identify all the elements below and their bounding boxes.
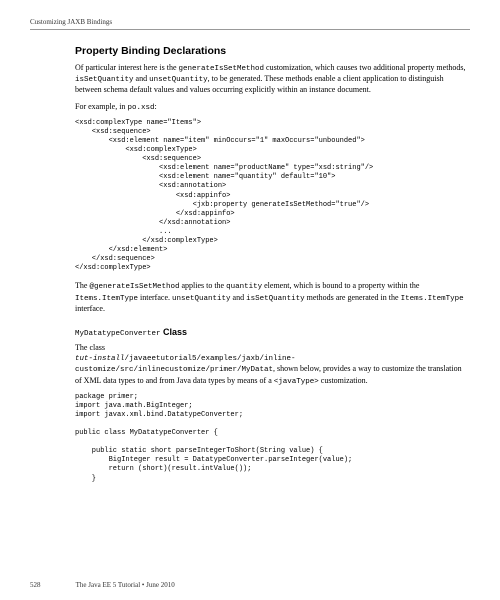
text: and — [134, 74, 150, 83]
section-title-mydatatypeconverter: MyDatatypeConverter Class — [75, 326, 470, 339]
text: customization. — [319, 376, 368, 385]
paragraph: The class tut-install/javaeetutorial5/ex… — [75, 343, 470, 387]
text: For example, in — [75, 102, 127, 111]
code-inline: tut-install — [75, 355, 125, 363]
text: and — [231, 293, 247, 302]
text: applies to the — [179, 281, 226, 290]
text: The — [75, 281, 89, 290]
code-inline: Items.ItemType — [401, 295, 464, 303]
text: The class — [75, 343, 105, 352]
code-inline: isSetQuantity — [75, 76, 134, 84]
code-inline: @generateIsSetMethod — [89, 283, 179, 291]
code-inline: quantity — [226, 283, 262, 291]
text: MyDatatypeConverter — [75, 330, 161, 338]
text: element, which is bound to a property wi… — [262, 281, 419, 290]
code-block-java: package primer; import java.math.BigInte… — [75, 393, 470, 484]
code-block-xsd: <xsd:complexType name="Items"> <xsd:sequ… — [75, 119, 470, 274]
text: : — [154, 102, 156, 111]
code-inline: generateIsSetMethod — [179, 65, 265, 73]
main-content: Property Binding Declarations Of particu… — [75, 44, 470, 483]
code-inline: <javaType> — [274, 378, 319, 386]
code-inline: isSetQuantity — [246, 295, 305, 303]
code-inline: unsetQuantity — [149, 76, 208, 84]
paragraph: For example, in po.xsd: — [75, 102, 470, 113]
code-inline: po.xsd — [127, 104, 154, 112]
paragraph: The @generateIsSetMethod applies to the … — [75, 281, 470, 314]
running-header: Customizing JAXB Bindings — [30, 18, 470, 30]
text: Of particular interest here is the — [75, 63, 179, 72]
book-title-footer: The Java EE 5 Tutorial • June 2010 — [76, 581, 175, 589]
code-inline: unsetQuantity — [172, 295, 231, 303]
text: methods are generated in the — [305, 293, 401, 302]
text: interface. — [138, 293, 172, 302]
page: Customizing JAXB Bindings Property Bindi… — [0, 0, 500, 600]
text: customization, which causes two addition… — [264, 63, 466, 72]
page-number: 528 — [30, 581, 74, 590]
paragraph: Of particular interest here is the gener… — [75, 63, 470, 96]
code-inline: Items.ItemType — [75, 295, 138, 303]
section-title-property-binding: Property Binding Declarations — [75, 44, 470, 58]
text: Class — [161, 327, 188, 337]
text: interface. — [75, 304, 105, 313]
page-footer: 528 The Java EE 5 Tutorial • June 2010 — [30, 581, 470, 590]
